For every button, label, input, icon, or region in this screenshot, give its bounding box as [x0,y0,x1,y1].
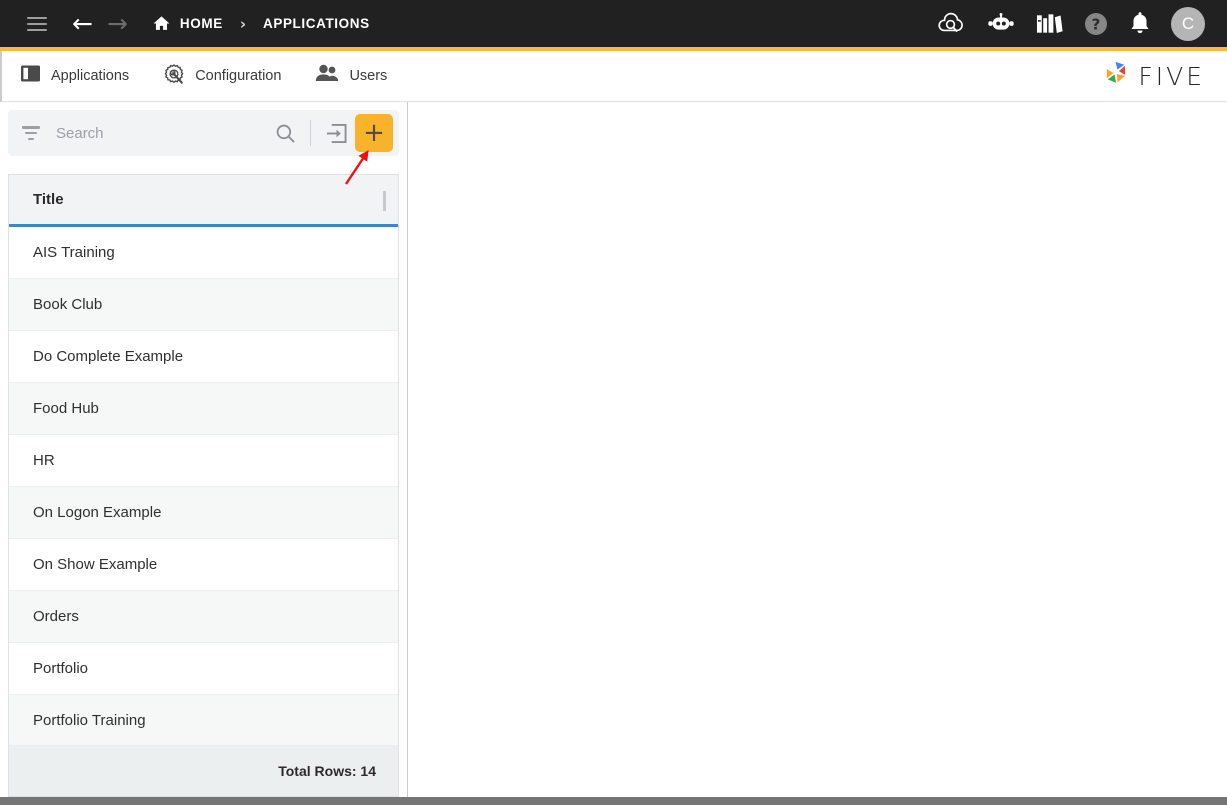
row-title: Food Hub [33,400,99,417]
home-icon[interactable] [152,14,171,33]
row-title: On Logon Example [33,504,162,521]
tab-label-users: Users [349,68,388,84]
search-toolbar: + [8,110,399,156]
row-title: HR [33,452,55,469]
cloud-search-icon[interactable] [936,12,966,36]
gear-wrench-icon [163,63,185,90]
breadcrumb-separator-icon: › [239,14,246,33]
column-resize-handle[interactable] [383,191,386,211]
arrow-back-icon[interactable]: ← [72,11,93,36]
breadcrumb: HOME › APPLICATIONS [152,14,370,33]
grid-footer: Total Rows: 14 [8,745,399,797]
tab-label-configuration: Configuration [195,68,282,84]
grid-body[interactable]: AIS Training Book Club Do Complete Examp… [9,227,398,745]
horizontal-scrollbar[interactable] [0,797,1227,805]
table-row[interactable]: Book Club [9,279,398,331]
total-rows-label: Total Rows: 14 [278,762,376,779]
hamburger-lines [27,16,47,31]
table-row[interactable]: Orders [9,591,398,643]
row-title: Orders [33,608,79,625]
tab-applications[interactable]: Applications [8,51,141,101]
tab-users[interactable]: Users [303,51,399,101]
arrow-forward-icon[interactable]: → [107,11,128,36]
top-header-actions: ? C [936,6,1227,41]
add-plus-icon: + [363,117,385,148]
filter-icon[interactable] [22,126,42,140]
table-row[interactable]: Do Complete Example [9,331,398,383]
row-title: Do Complete Example [33,348,184,365]
breadcrumb-item-applications[interactable]: APPLICATIONS [263,16,370,31]
table-row[interactable]: On Logon Example [9,487,398,539]
table-row[interactable]: Portfolio [9,643,398,695]
tab-bar: Applications Configuration Users FIVE [0,51,1227,102]
row-title: Portfolio [33,660,89,677]
tab-label-applications: Applications [51,68,130,84]
svg-text:?: ? [1092,15,1101,33]
table-row[interactable]: Food Hub [9,383,398,435]
books-library-icon[interactable] [1036,12,1063,36]
brand-logo: FIVE [1101,58,1205,94]
five-pinwheel-logo-icon [1101,58,1132,94]
import-arrow-icon[interactable] [321,118,351,148]
avatar[interactable]: C [1171,6,1205,41]
avatar-initial: C [1181,13,1195,33]
tab-configuration[interactable]: Configuration [151,51,293,101]
help-icon[interactable]: ? [1083,11,1109,37]
top-header-bar: ← → HOME › APPLICATIONS ? C [0,0,1227,51]
applications-list-panel: + Title AIS Training Book Club Do Comple… [0,102,408,805]
notification-bell-icon[interactable] [1129,11,1151,36]
add-button[interactable]: + [355,114,393,152]
users-group-icon [315,64,339,88]
search-icon[interactable] [270,118,300,148]
brand-text: FIVE [1138,61,1205,91]
table-row[interactable]: AIS Training [9,227,398,279]
toolbar-divider [310,120,311,146]
robot-assistant-icon[interactable] [986,12,1016,35]
applications-grid: Title AIS Training Book Club Do Complete… [8,174,399,745]
grid-column-header-title[interactable]: Title [33,191,64,208]
table-row[interactable]: Portfolio Training [9,695,398,745]
row-title: Book Club [33,296,103,313]
row-title: Portfolio Training [33,712,146,729]
breadcrumb-item-home[interactable]: HOME [180,16,223,31]
table-row[interactable]: On Show Example [9,539,398,591]
search-input[interactable] [56,124,270,142]
row-title: AIS Training [33,244,115,261]
main-content-area [409,102,1227,797]
row-title: On Show Example [33,556,158,573]
top-header-left: ← → HOME › APPLICATIONS [0,7,370,41]
applications-panel-icon [20,63,41,89]
hamburger-menu-icon[interactable] [20,7,54,41]
grid-header-row: Title [9,175,398,227]
table-row[interactable]: HR [9,435,398,487]
